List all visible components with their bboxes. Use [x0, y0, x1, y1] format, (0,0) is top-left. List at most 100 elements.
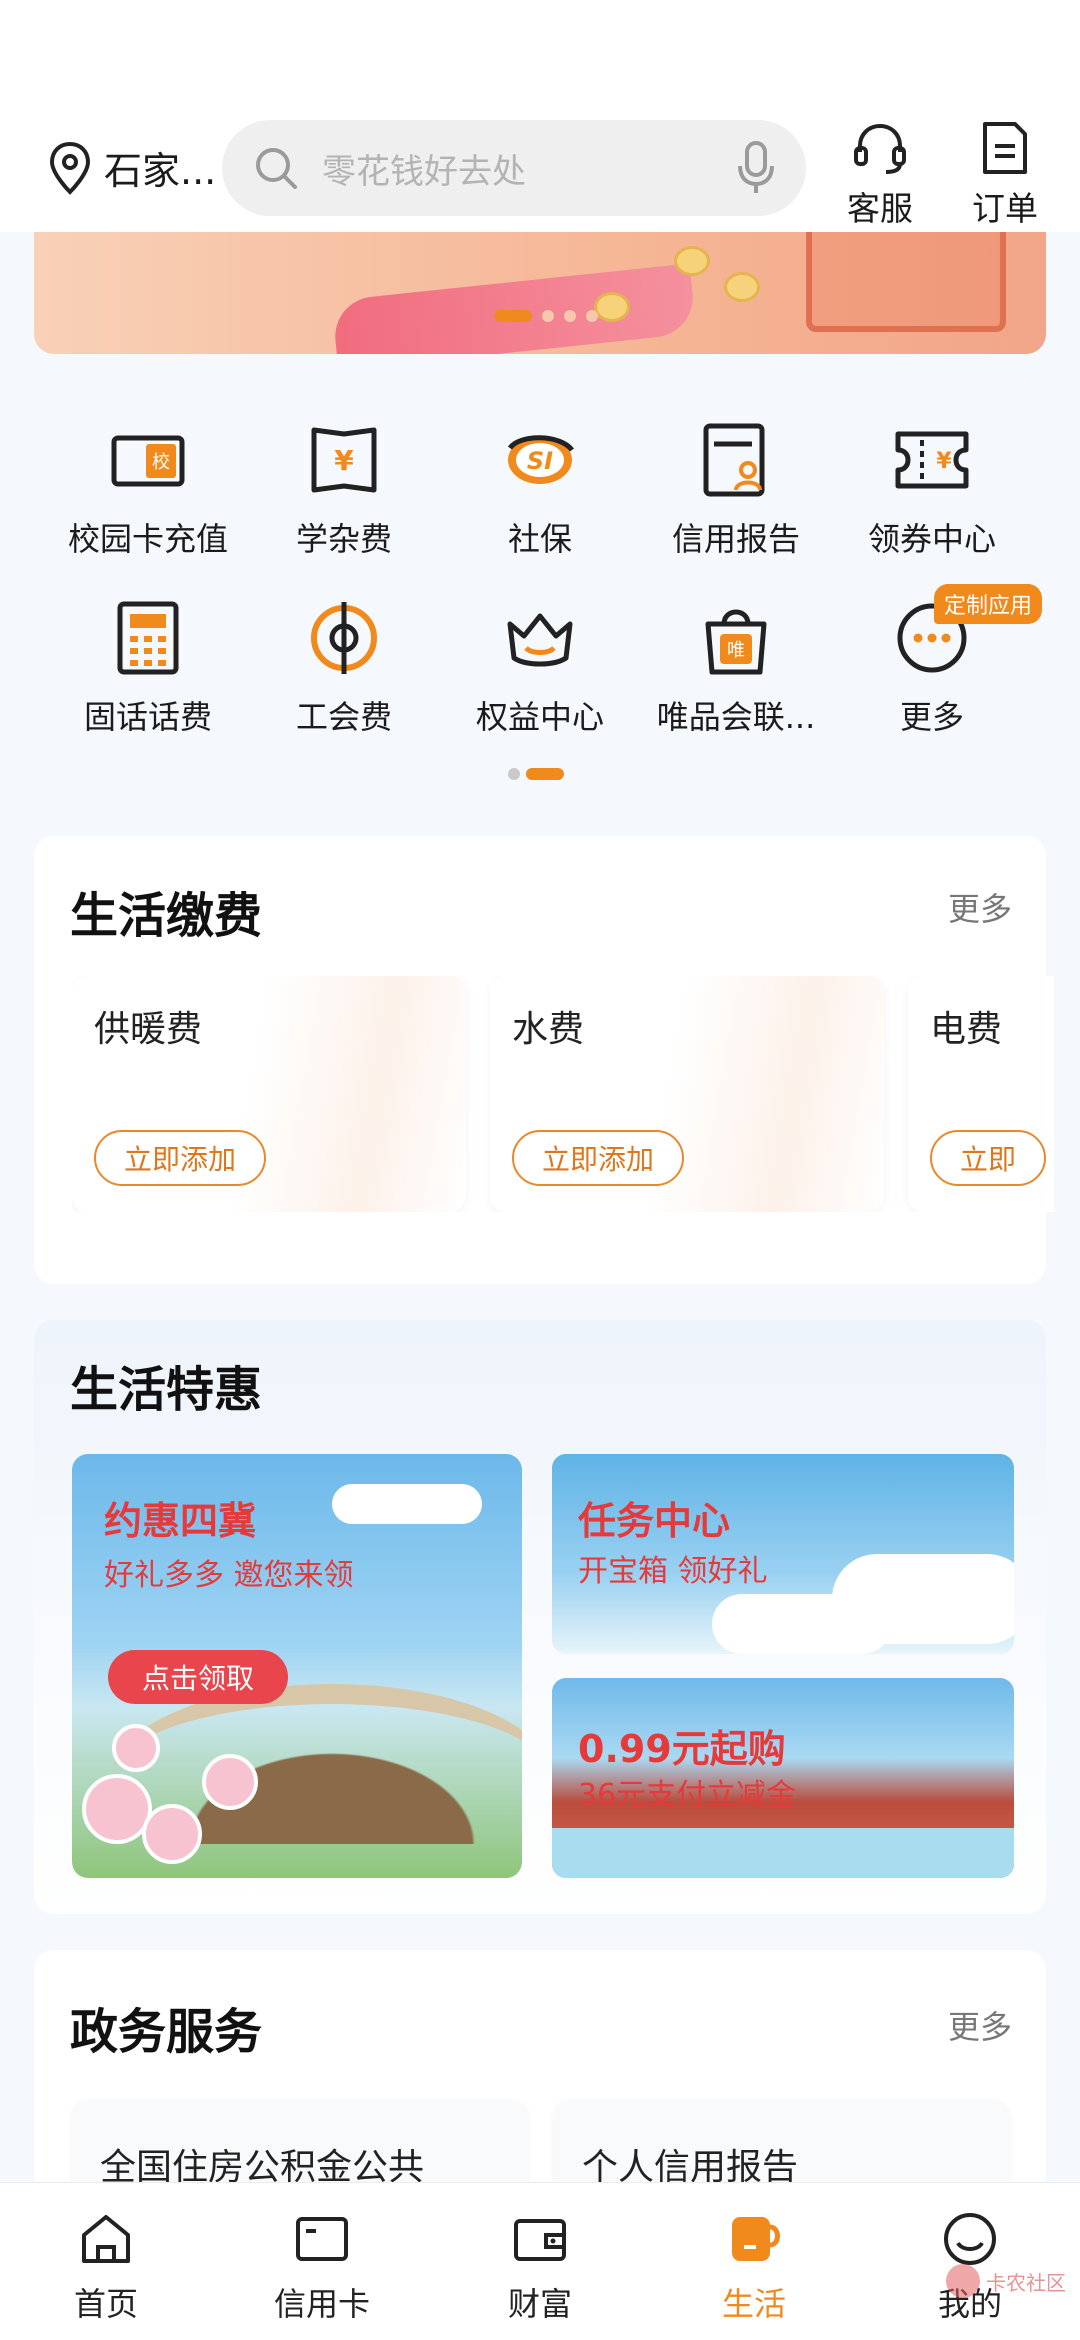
grid-label: 更多 — [899, 698, 964, 736]
wallet-icon — [514, 2219, 566, 2261]
watermark: 卡农社区 — [946, 2264, 1066, 2298]
banner-coin — [594, 292, 630, 322]
custom-app-badge: 定制应用 — [933, 584, 1042, 624]
watermark-logo-icon — [946, 2264, 980, 2298]
nav-label: 财富 — [507, 2285, 572, 2323]
watermark-text: 卡农社区 — [986, 2270, 1066, 2295]
life-payment-title: 生活缴费 — [70, 888, 263, 944]
nav-label: 首页 — [73, 2285, 138, 2323]
orders-button[interactable]: 订单 — [955, 118, 1055, 230]
grid-pagination — [508, 768, 564, 780]
promo-title: 0.99元起购 — [578, 1727, 786, 1771]
svg-text:唯: 唯 — [727, 640, 745, 661]
service-label: 客服 — [847, 189, 913, 228]
bottom-navigation: 首页 信用卡 财富 生活 我的 卡农社区 — [0, 2182, 1080, 2340]
search-icon — [256, 148, 297, 189]
nav-label: 信用卡 — [273, 2285, 370, 2323]
deal-banner-task-center[interactable]: 任务中心 开宝箱 领好礼 — [552, 1454, 1014, 1654]
blossom-decoration — [202, 1754, 258, 1810]
crown-icon — [507, 613, 573, 667]
tuition-icon: ¥ — [311, 427, 377, 493]
location-selector[interactable]: 石家... — [48, 140, 216, 195]
banner-dot-active — [494, 310, 532, 322]
life-payment-more-link[interactable]: 更多 — [948, 884, 1012, 930]
deal-big-subtitle: 好礼多多 邀您来领 — [104, 1558, 354, 1593]
deal-banner-hebei[interactable]: 约惠四冀 好礼多多 邀您来领 点击领取 — [72, 1454, 522, 1878]
grid-label: 领券中心 — [867, 520, 996, 558]
deal-big-title: 约惠四冀 — [104, 1499, 257, 1543]
grid-label: 社保 — [507, 520, 572, 558]
task-center-subtitle: 开宝箱 领好礼 — [578, 1554, 768, 1589]
add-now-button[interactable]: 立即 — [930, 1130, 1047, 1186]
union-fee-icon — [311, 602, 377, 674]
vip-bag-icon: 唯 — [705, 609, 767, 675]
promo-subtitle: 36元支付立减金 — [578, 1778, 797, 1813]
banner-dot — [564, 310, 576, 322]
grid-label: 校园卡充值 — [67, 520, 228, 558]
svg-text:SI: SI — [527, 447, 553, 475]
add-now-button[interactable]: 立即添加 — [512, 1130, 685, 1186]
banner-dot — [586, 310, 598, 322]
grid-item-more[interactable]: 更多 定制应用 — [834, 584, 1042, 738]
nav-label: 生活 — [721, 2285, 786, 2323]
grid-label: 学杂费 — [295, 520, 392, 558]
payment-item-water[interactable]: 水费 立即添加 — [490, 976, 884, 1212]
promo-banner[interactable] — [34, 232, 1046, 354]
profile-icon — [944, 2213, 996, 2265]
location-label: 石家... — [104, 149, 217, 193]
payment-item-name: 供暖费 — [94, 1009, 203, 1050]
svg-text:¥: ¥ — [936, 449, 952, 474]
gov-services-title: 政务服务 — [70, 2004, 263, 2060]
svg-text:¥: ¥ — [334, 444, 354, 477]
nav-credit-card[interactable]: 信用卡 — [242, 2209, 402, 2325]
water-decoration — [552, 1828, 1014, 1878]
payment-item-name: 电费 — [930, 1009, 1003, 1050]
claim-button[interactable]: 点击领取 — [108, 1650, 288, 1704]
banner-dot — [542, 310, 554, 322]
life-deals-title: 生活特惠 — [70, 1362, 263, 1418]
task-center-title: 任务中心 — [578, 1499, 731, 1543]
payment-item-heating[interactable]: 供暖费 立即添加 — [72, 976, 466, 1212]
grid-item-union-fee[interactable]: 工会费 — [246, 598, 442, 738]
grid-item-credit-report[interactable]: 信用报告 — [638, 420, 834, 560]
grid-label: 固话话费 — [83, 698, 212, 736]
top-bar: 石家... 零花钱好去处 客服 订单 — [0, 0, 1080, 232]
deal-banner-promo[interactable]: 0.99元起购 36元支付立减金 — [552, 1678, 1014, 1878]
grid-item-landline[interactable]: 固话话费 — [50, 598, 246, 738]
blossom-decoration — [112, 1724, 160, 1772]
payment-item-electricity[interactable]: 电费 立即 — [908, 976, 1054, 1212]
order-document-icon — [983, 122, 1027, 174]
banner-ribbon — [331, 263, 697, 354]
home-icon — [82, 2215, 130, 2263]
credit-card-icon — [296, 2217, 348, 2261]
campus-card-icon: 校 — [111, 435, 185, 487]
payment-item-list: 供暖费 立即添加 水费 立即添加 电费 立即 — [72, 976, 1054, 1212]
order-label: 订单 — [972, 189, 1038, 228]
customer-service-button[interactable]: 客服 — [830, 118, 930, 230]
nav-home[interactable]: 首页 — [26, 2209, 186, 2325]
payment-item-name: 水费 — [512, 1009, 585, 1050]
nav-wealth[interactable]: 财富 — [460, 2209, 620, 2325]
blossom-decoration — [142, 1804, 202, 1864]
grid-item-campus-card[interactable]: 校 校园卡充值 — [50, 420, 246, 560]
grid-item-tuition[interactable]: ¥ 学杂费 — [246, 420, 442, 560]
gov-services-more-link[interactable]: 更多 — [948, 2002, 1012, 2048]
social-security-icon: SI — [507, 435, 574, 484]
grid-label: 信用报告 — [671, 520, 800, 558]
microphone-icon[interactable] — [736, 140, 776, 196]
grid-item-social-security[interactable]: SI 社保 — [442, 420, 638, 560]
grid-item-coupon-center[interactable]: ¥ 领券中心 — [834, 420, 1030, 560]
grid-label: 工会费 — [295, 698, 392, 736]
search-bar[interactable]: 零花钱好去处 — [222, 120, 806, 216]
grid-dot — [508, 768, 520, 780]
add-now-button[interactable]: 立即添加 — [94, 1130, 267, 1186]
headset-icon — [854, 123, 906, 174]
grid-item-benefits-center[interactable]: 权益中心 — [442, 598, 638, 738]
banner-pagination — [494, 310, 598, 322]
cloud-decoration — [712, 1594, 892, 1654]
nav-life[interactable]: 生活 — [674, 2209, 834, 2325]
banner-coin — [724, 272, 760, 302]
landline-icon — [117, 601, 179, 675]
grid-dot-active — [526, 768, 564, 780]
grid-item-vip-shop[interactable]: 唯 唯品会联... — [638, 598, 834, 738]
